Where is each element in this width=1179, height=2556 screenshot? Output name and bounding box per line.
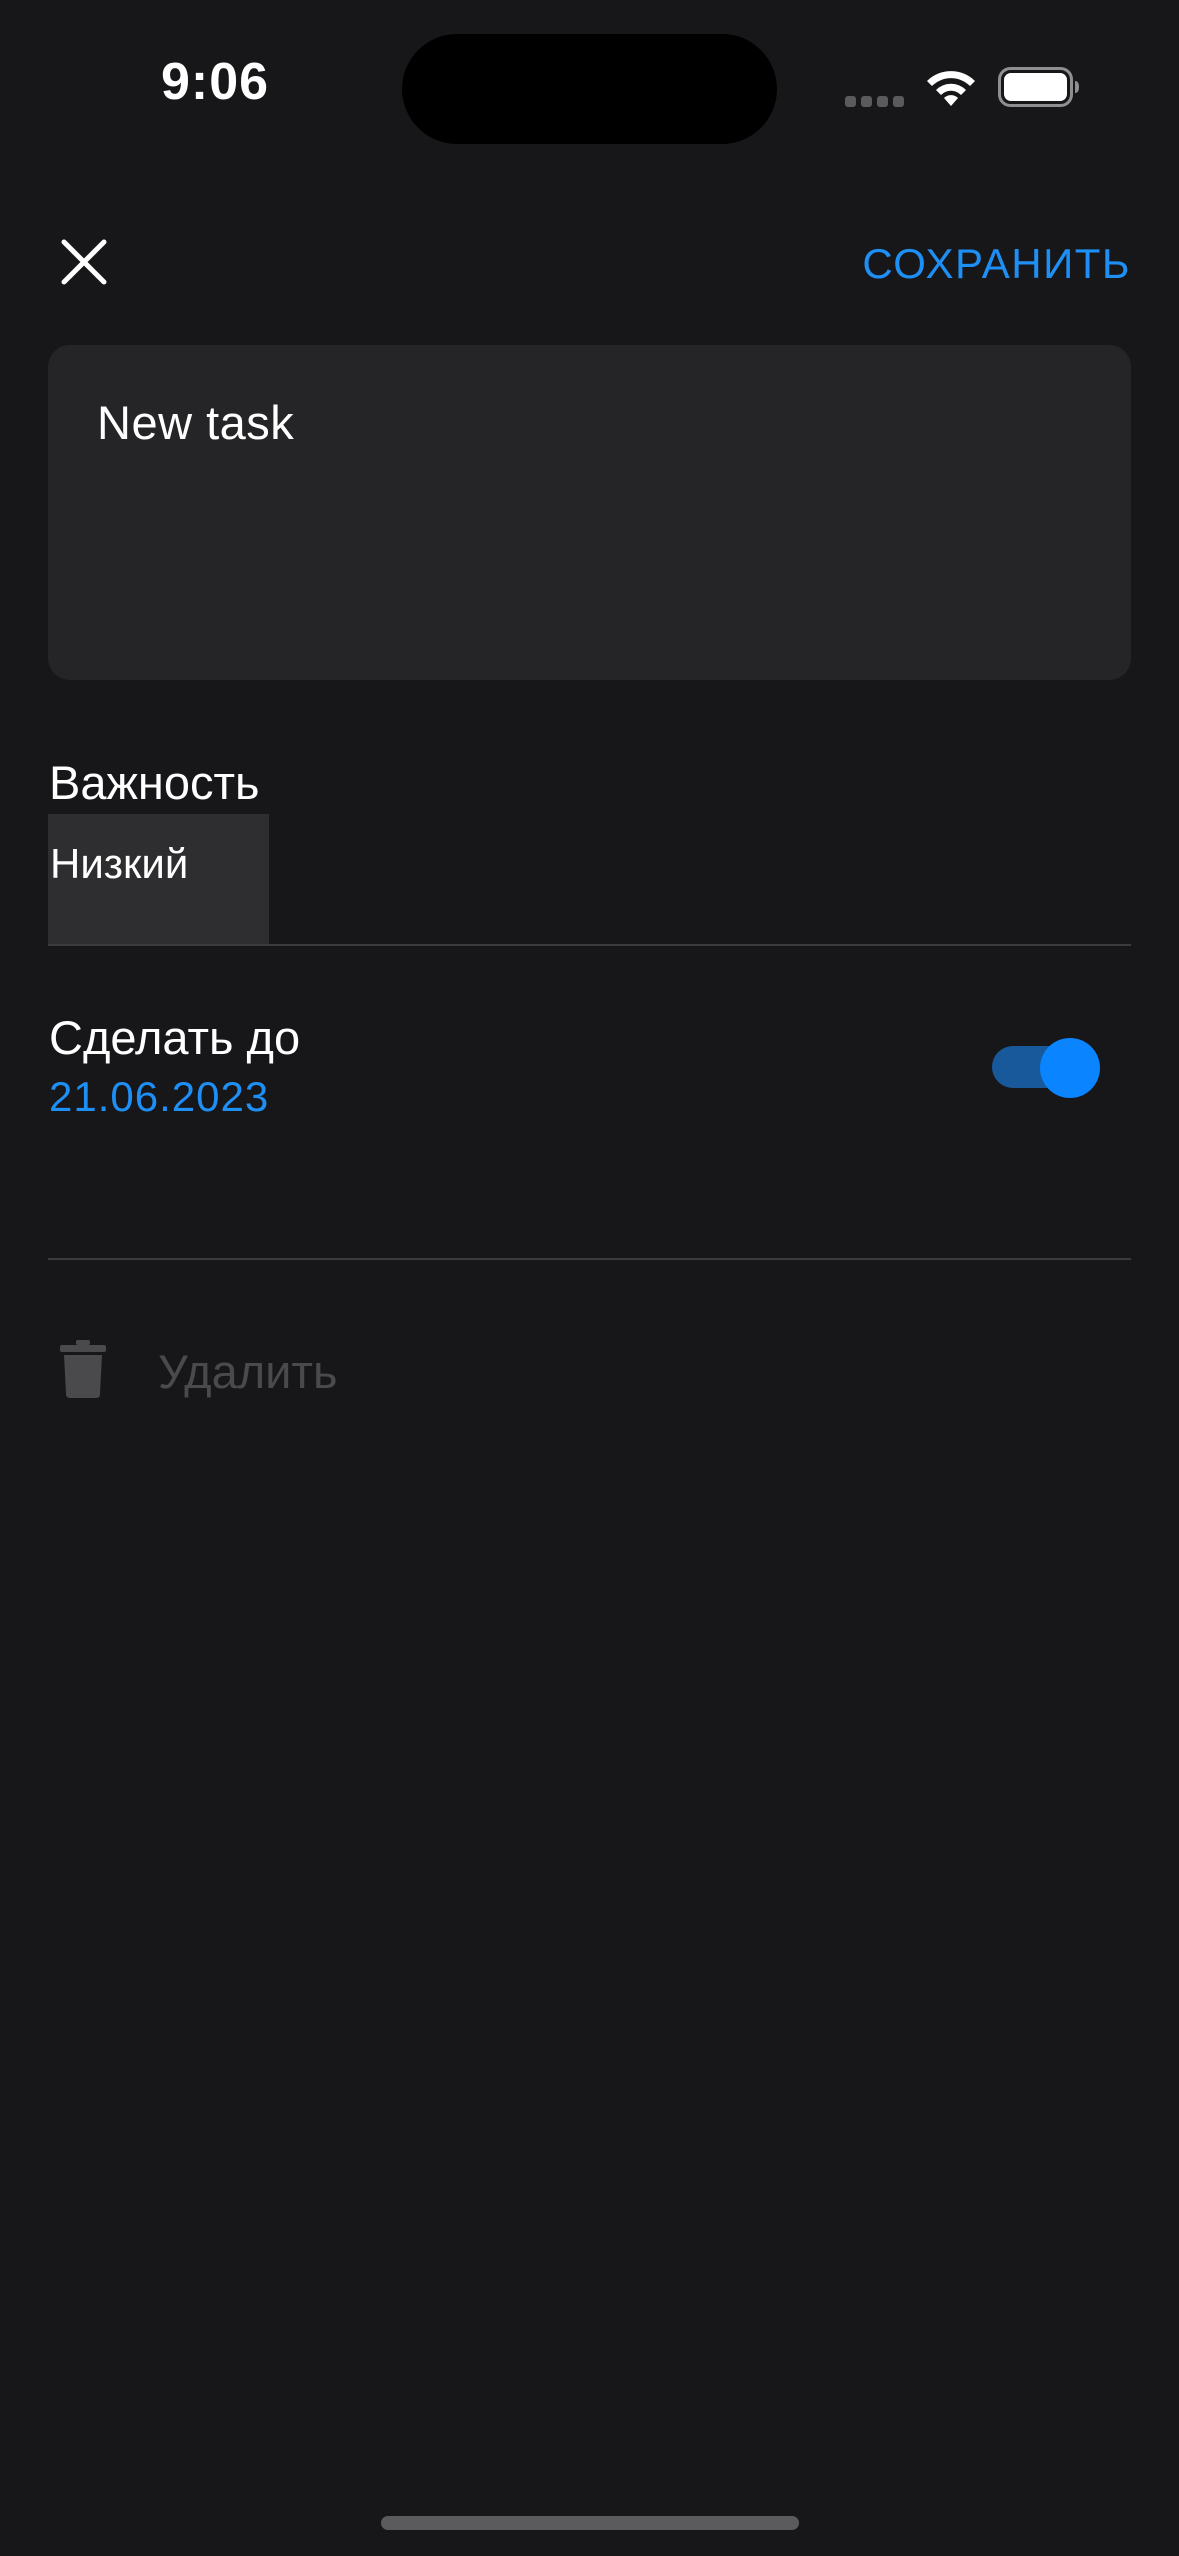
deadline-label: Сделать до [49,1011,301,1064]
wifi-icon [927,71,975,106]
dynamic-island [402,34,777,144]
divider [48,944,1131,946]
status-time: 9:06 [160,53,270,111]
home-indicator [381,2516,799,2530]
save-button[interactable]: СОХРАНИТЬ [862,240,1131,288]
close-icon [61,239,107,285]
importance-dropdown[interactable]: Низкий [48,814,269,945]
battery-icon [998,67,1079,107]
close-button[interactable] [52,230,116,294]
task-text: New task [97,396,295,449]
divider [48,1258,1131,1260]
trash-icon [60,1340,106,1398]
toggle-thumb [1040,1038,1100,1098]
deadline-date[interactable]: 21.06.2023 [49,1073,269,1121]
delete-label: Удалить [158,1345,338,1398]
cellular-signal-icon [845,96,905,108]
delete-button[interactable]: Удалить [48,1330,548,1410]
importance-value: Низкий [50,840,189,887]
importance-label: Важность [49,756,260,809]
status-bar: 9:06 [0,0,1179,180]
task-text-area[interactable]: New task [48,345,1131,680]
deadline-toggle[interactable] [992,1038,1102,1098]
